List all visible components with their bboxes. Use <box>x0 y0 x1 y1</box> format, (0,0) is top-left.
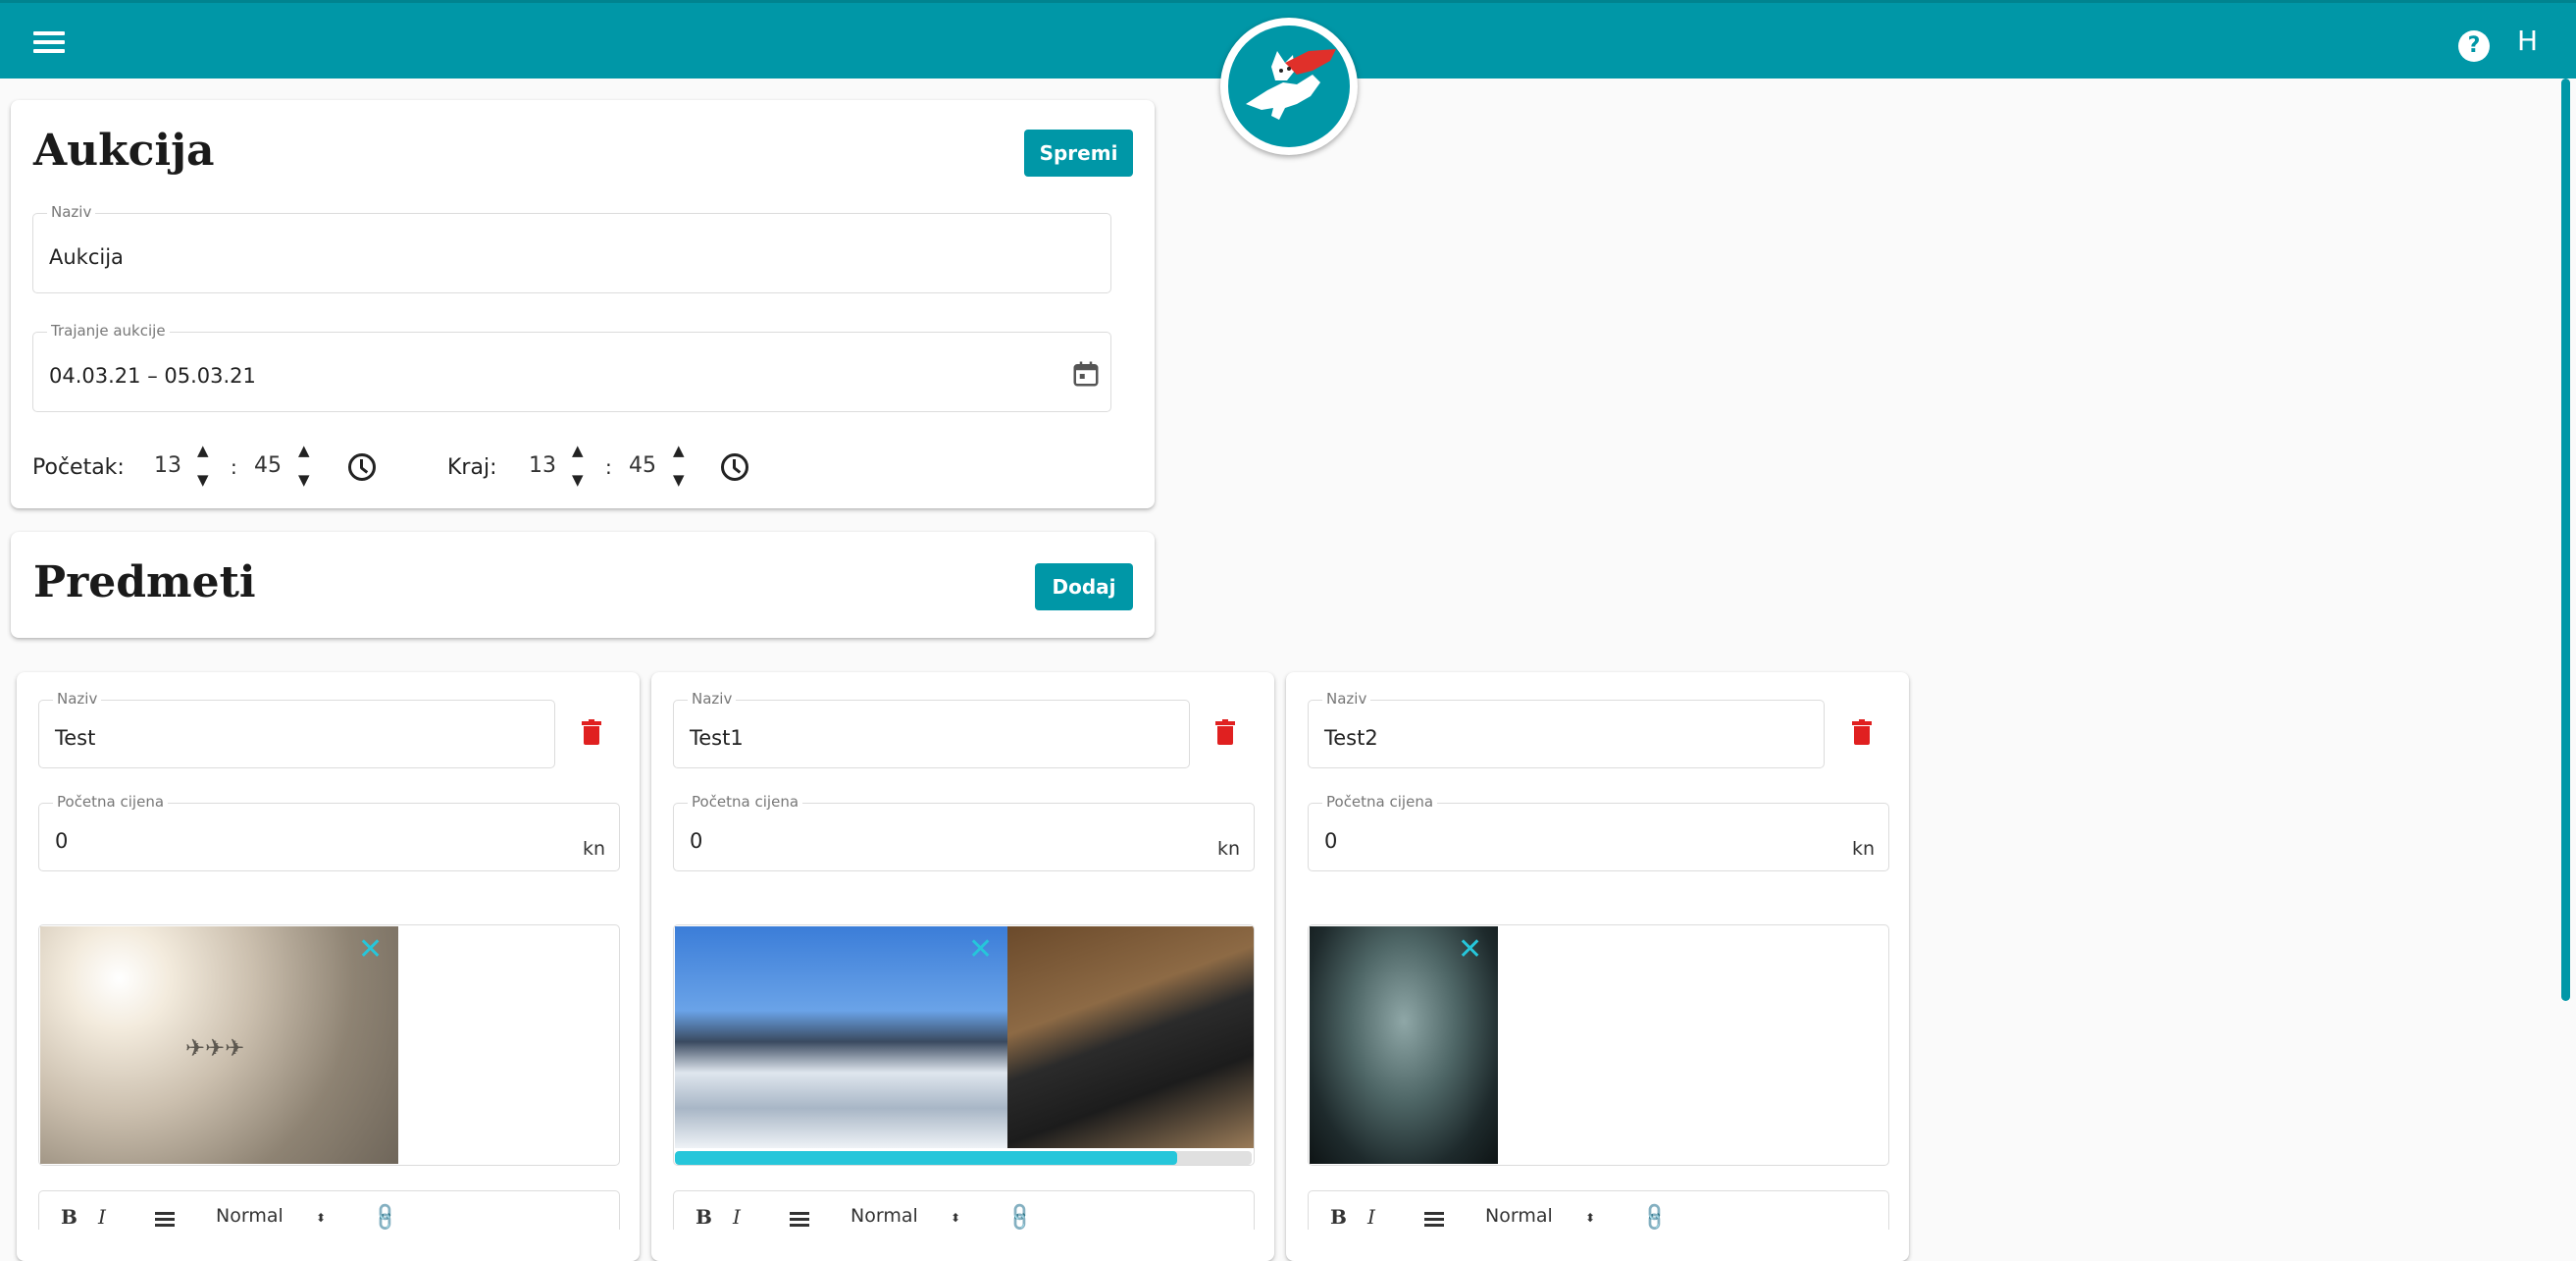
select-caret-icon: ⬍ <box>316 1211 327 1225</box>
bullet-list-icon[interactable] <box>1424 1209 1444 1227</box>
start-time-label: Početak: <box>32 455 125 480</box>
link-icon[interactable]: 🔗 <box>1003 1200 1037 1235</box>
text-format-select[interactable]: Normal <box>1485 1205 1553 1227</box>
item-name-field[interactable]: Naziv Test <box>38 690 555 768</box>
laptop-phone-photo <box>1007 926 1254 1148</box>
item-name-field[interactable]: Naziv Test1 <box>673 690 1190 768</box>
items-header-card: Predmeti Dodaj <box>11 532 1155 638</box>
remove-image-icon[interactable]: ✕ <box>358 935 383 965</box>
items-title: Predmeti <box>33 557 256 607</box>
select-caret-icon: ⬍ <box>951 1211 961 1225</box>
user-avatar[interactable]: H <box>2517 25 2538 57</box>
start-time-clock-icon[interactable] <box>348 453 376 481</box>
item-price-field[interactable]: Početna cijena 0 kn <box>38 793 620 871</box>
currency-suffix: kn <box>1851 838 1875 860</box>
end-time-label: Kraj: <box>447 455 497 480</box>
upload-progress-bar <box>675 1151 1252 1165</box>
item-name-value: Test2 <box>1324 726 1378 750</box>
help-icon[interactable]: ? <box>2458 30 2490 62</box>
bullet-list-icon[interactable] <box>790 1209 809 1227</box>
delete-item-icon[interactable] <box>1215 719 1235 745</box>
item-price-value: 0 <box>1324 829 1338 853</box>
item-images-area: ✕ <box>1308 924 1889 1166</box>
auction-name-label: Naziv <box>47 203 96 221</box>
currency-suffix: kn <box>1216 838 1240 860</box>
end-hour-value[interactable]: 13 <box>529 453 556 478</box>
text-format-select[interactable]: Normal <box>850 1205 918 1227</box>
item-card: Naziv Test Početna cijena 0 kn ✈✈✈ ✕ B I… <box>17 672 640 1261</box>
bullet-list-icon[interactable] <box>155 1209 175 1227</box>
bold-icon[interactable]: B <box>1330 1205 1347 1229</box>
upload-progress-fill <box>675 1151 1177 1165</box>
page-scrollbar[interactable] <box>2561 79 2570 1001</box>
item-price-field[interactable]: Početna cijena 0 kn <box>1308 793 1889 871</box>
add-item-button[interactable]: Dodaj <box>1035 563 1133 610</box>
text-editor-toolbar: B I Normal ⬍ 🔗 <box>1308 1190 1889 1234</box>
item-card: Naziv Test1 Početna cijena 0 kn ✕ B I No… <box>651 672 1274 1261</box>
start-hour-increment[interactable]: ▲ <box>197 442 209 459</box>
auction-name-value: Aukcija <box>49 245 124 269</box>
start-minute-decrement[interactable]: ▼ <box>298 471 310 489</box>
link-icon[interactable]: 🔗 <box>1637 1200 1672 1235</box>
auction-name-field[interactable]: Naziv Aukcija <box>32 203 1111 293</box>
snowy-mountains-photo <box>675 926 1007 1148</box>
remove-image-icon[interactable]: ✕ <box>968 935 993 965</box>
italic-icon[interactable]: I <box>733 1205 741 1229</box>
link-icon[interactable]: 🔗 <box>368 1200 402 1235</box>
app-logo[interactable] <box>1220 18 1358 155</box>
start-hour-decrement[interactable]: ▼ <box>197 471 209 489</box>
item-images-area: ✕ <box>673 924 1255 1166</box>
auction-card: Aukcija Spremi Naziv Aukcija Trajanje au… <box>11 100 1155 508</box>
currency-suffix: kn <box>582 838 605 860</box>
start-minute-increment[interactable]: ▲ <box>298 442 310 459</box>
italic-icon[interactable]: I <box>1367 1205 1375 1229</box>
save-button[interactable]: Spremi <box>1024 130 1133 177</box>
delete-item-icon[interactable] <box>582 719 601 745</box>
auction-duration-field[interactable]: Trajanje aukcije 04.03.21 – 05.03.21 <box>32 322 1111 412</box>
sky-airplanes-photo: ✈✈✈ <box>40 926 398 1164</box>
item-name-value: Test <box>55 726 96 750</box>
item-price-value: 0 <box>690 829 703 853</box>
end-minute-decrement[interactable]: ▼ <box>673 471 685 489</box>
auction-duration-value: 04.03.21 – 05.03.21 <box>49 364 256 388</box>
end-minute-increment[interactable]: ▲ <box>673 442 685 459</box>
calendar-icon[interactable] <box>1071 359 1101 389</box>
item-price-label: Početna cijena <box>688 793 803 811</box>
flying-cat-logo-icon <box>1228 26 1350 147</box>
airplane-formation: ✈✈✈ <box>185 1034 245 1062</box>
bold-icon[interactable]: B <box>61 1205 77 1229</box>
item-price-value: 0 <box>55 829 69 853</box>
item-card: Naziv Test2 Početna cijena 0 kn ✕ B I No… <box>1286 672 1909 1261</box>
end-time-clock-icon[interactable] <box>721 453 748 481</box>
end-hour-decrement[interactable]: ▼ <box>572 471 584 489</box>
text-editor-toolbar: B I Normal ⬍ 🔗 <box>38 1190 620 1234</box>
item-name-value: Test1 <box>690 726 744 750</box>
item-price-label: Početna cijena <box>1322 793 1438 811</box>
item-name-label: Naziv <box>688 690 737 708</box>
end-time-separator: : <box>605 455 612 479</box>
item-name-label: Naziv <box>53 690 102 708</box>
start-minute-value[interactable]: 45 <box>254 453 282 478</box>
item-name-label: Naziv <box>1322 690 1371 708</box>
item-name-field[interactable]: Naziv Test2 <box>1308 690 1825 768</box>
end-hour-increment[interactable]: ▲ <box>572 442 584 459</box>
end-minute-value[interactable]: 45 <box>629 453 656 478</box>
start-hour-value[interactable]: 13 <box>154 453 181 478</box>
bold-icon[interactable]: B <box>696 1205 712 1229</box>
auction-title: Aukcija <box>33 126 215 176</box>
start-time-separator: : <box>231 455 237 479</box>
text-editor-toolbar: B I Normal ⬍ 🔗 <box>673 1190 1255 1234</box>
select-caret-icon: ⬍ <box>1585 1211 1596 1225</box>
delete-item-icon[interactable] <box>1852 719 1872 745</box>
item-images-area: ✈✈✈ ✕ <box>38 924 620 1166</box>
auction-duration-label: Trajanje aukcije <box>47 322 170 340</box>
hamburger-menu-icon[interactable] <box>29 26 69 62</box>
item-price-field[interactable]: Početna cijena 0 kn <box>673 793 1255 871</box>
item-price-label: Početna cijena <box>53 793 169 811</box>
text-format-select[interactable]: Normal <box>216 1205 283 1227</box>
remove-image-icon[interactable]: ✕ <box>1458 935 1482 965</box>
italic-icon[interactable]: I <box>98 1205 106 1229</box>
